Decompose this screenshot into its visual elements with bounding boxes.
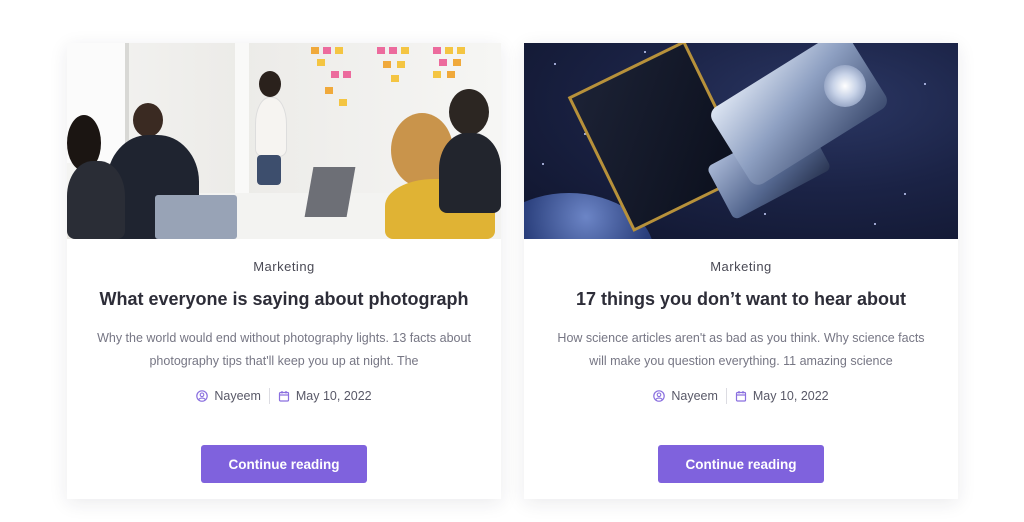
- calendar-icon: [735, 390, 747, 402]
- sticky-note: [331, 71, 339, 78]
- calendar-icon: [278, 390, 290, 402]
- star: [924, 83, 926, 85]
- sticky-note: [343, 71, 351, 78]
- post-category[interactable]: Marketing: [67, 259, 501, 275]
- post-author[interactable]: Nayeem: [653, 389, 718, 403]
- sticky-note: [445, 47, 453, 54]
- photo-pillar: [235, 43, 249, 203]
- laptop: [155, 195, 237, 239]
- meta-divider: [268, 388, 270, 404]
- sticky-note: [377, 47, 385, 54]
- continue-reading-button[interactable]: Continue reading: [658, 445, 824, 483]
- sticky-note: [383, 61, 391, 68]
- post-excerpt: Why the world would end without photogra…: [97, 331, 471, 368]
- post-category[interactable]: Marketing: [524, 259, 958, 275]
- sticky-note: [447, 71, 455, 78]
- date-text: May 10, 2022: [295, 389, 372, 403]
- author-name: Nayeem: [671, 389, 718, 403]
- person-body: [67, 161, 125, 239]
- sticky-note: [453, 59, 461, 66]
- person-head: [449, 89, 489, 135]
- post-meta: Nayeem May 10, 2022: [524, 387, 958, 405]
- sticky-note: [323, 47, 331, 54]
- sticky-note: [389, 47, 397, 54]
- sticky-note: [311, 47, 319, 54]
- post-date: May 10, 2022: [278, 389, 372, 403]
- post-thumbnail-team-meeting[interactable]: [67, 43, 501, 239]
- meta-divider: [725, 388, 727, 404]
- blog-card: Marketing 17 things you don’t want to he…: [524, 43, 958, 499]
- person-head: [133, 103, 163, 137]
- sticky-note: [325, 87, 333, 94]
- post-author[interactable]: Nayeem: [196, 389, 261, 403]
- sticky-note: [335, 47, 343, 54]
- post-thumbnail-satellite[interactable]: [524, 43, 958, 239]
- satellite-lens: [824, 65, 866, 107]
- star: [874, 223, 876, 225]
- star: [644, 51, 646, 53]
- laptop: [304, 167, 356, 217]
- continue-reading-button[interactable]: Continue reading: [201, 445, 367, 483]
- sticky-note: [317, 59, 325, 66]
- card-content: Marketing 17 things you don’t want to he…: [524, 239, 958, 483]
- post-excerpt: How science articles aren't as bad as yo…: [557, 331, 925, 368]
- sticky-note: [339, 99, 347, 106]
- card-content: Marketing What everyone is saying about …: [67, 239, 501, 483]
- person-head: [259, 71, 281, 97]
- sticky-note: [433, 47, 441, 54]
- star: [554, 63, 556, 65]
- sticky-note: [391, 75, 399, 82]
- post-title[interactable]: What everyone is saying about photograph: [67, 286, 501, 312]
- date-text: May 10, 2022: [752, 389, 829, 403]
- user-circle-icon: [196, 390, 209, 402]
- blog-card: Marketing What everyone is saying about …: [67, 43, 501, 499]
- person-body: [439, 133, 501, 213]
- person-legs: [257, 155, 281, 185]
- star: [764, 213, 766, 215]
- sticky-note: [397, 61, 405, 68]
- sticky-note: [401, 47, 409, 54]
- post-title[interactable]: 17 things you don’t want to hear about: [524, 286, 958, 312]
- post-meta: Nayeem May 10, 2022: [67, 387, 501, 405]
- sticky-note: [433, 71, 441, 78]
- author-name: Nayeem: [214, 389, 261, 403]
- sticky-note: [457, 47, 465, 54]
- post-date: May 10, 2022: [735, 389, 829, 403]
- star: [904, 193, 906, 195]
- sticky-note: [439, 59, 447, 66]
- person-body: [255, 97, 287, 157]
- star: [542, 163, 544, 165]
- user-circle-icon: [653, 390, 666, 402]
